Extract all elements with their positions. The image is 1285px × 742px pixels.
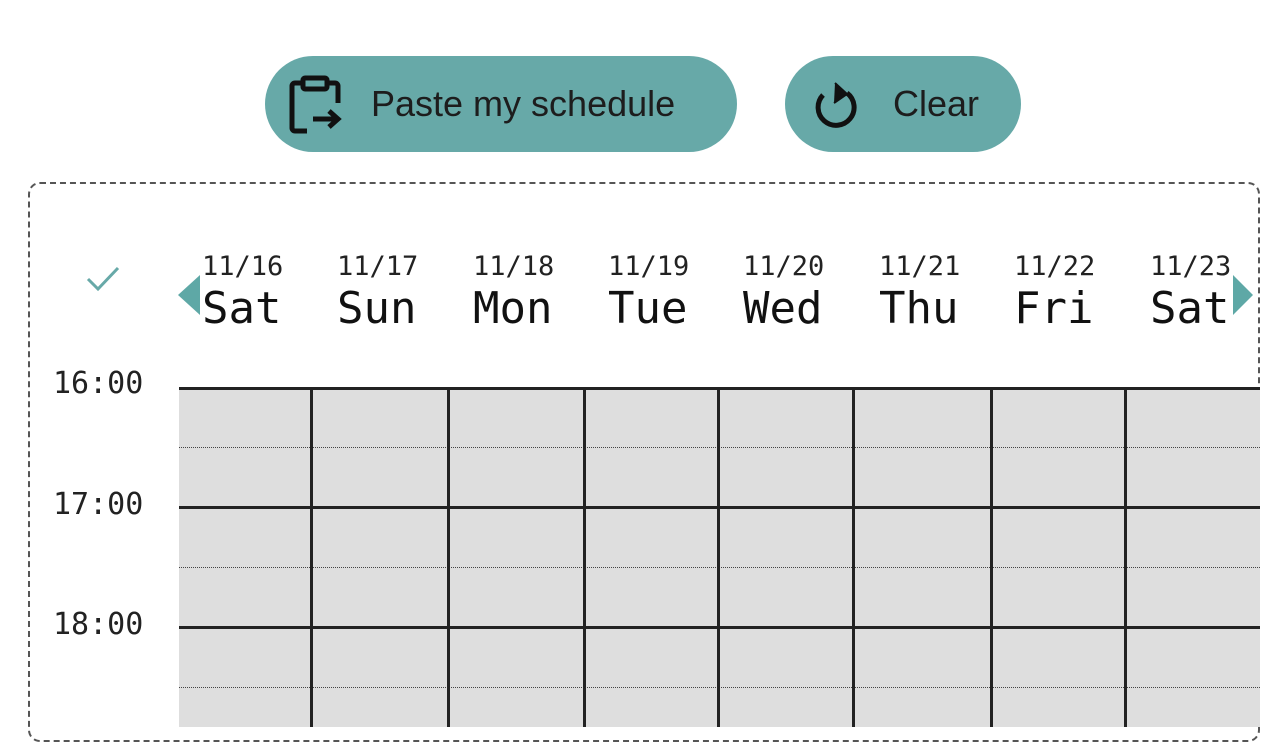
time-slot-cell[interactable] [1125,627,1260,687]
day-date: 11/23 [1150,251,1232,282]
day-date: 11/19 [608,251,690,282]
time-slot-cell[interactable] [1125,687,1260,727]
time-slot-cell[interactable] [448,447,584,507]
time-slot-cell[interactable] [179,387,311,447]
day-of-week: Thu [879,283,959,334]
time-slot-cell[interactable] [448,507,584,567]
day-gridline [583,387,586,727]
arrow-left-icon[interactable] [178,275,200,315]
time-slot-cell[interactable] [311,567,448,627]
time-slot-cell[interactable] [991,447,1125,507]
time-slot-cell[interactable] [311,507,448,567]
day-date: 11/20 [743,251,825,282]
day-gridline [310,387,313,727]
refresh-icon [807,75,863,133]
time-slot-cell[interactable] [853,507,991,567]
time-slot-cell[interactable] [991,507,1125,567]
clipboard-arrow-icon [287,73,345,135]
time-slot-cell[interactable] [584,567,718,627]
day-header[interactable]: 11/22 Fri [1014,250,1148,334]
time-slot-cell[interactable] [991,687,1125,727]
time-slot-cell[interactable] [718,567,853,627]
day-of-week: Sun [337,283,417,334]
day-header[interactable]: 11/23 Sat [1150,250,1250,334]
day-header[interactable]: 11/18 Mon [473,250,607,334]
day-of-week: Sat [202,283,282,334]
day-of-week: Tue [608,283,688,334]
time-slot-cell[interactable] [584,687,718,727]
time-slot-cell[interactable] [311,387,448,447]
time-slot-cell[interactable] [584,387,718,447]
day-date: 11/16 [202,251,284,282]
time-slot-cell[interactable] [179,627,311,687]
time-slot-cell[interactable] [179,447,311,507]
time-slot-cell[interactable] [718,447,853,507]
day-of-week: Sat [1150,283,1230,334]
time-slot-cell[interactable] [853,567,991,627]
day-header[interactable]: 11/16 Sat [202,250,336,334]
time-slot-cell[interactable] [584,447,718,507]
day-of-week: Wed [743,283,823,334]
time-slot-cell[interactable] [311,447,448,507]
time-slot-cell[interactable] [448,567,584,627]
time-slot-cell[interactable] [991,387,1125,447]
time-slot-cell[interactable] [991,627,1125,687]
day-gridline [990,387,993,727]
day-gridline [1124,387,1127,727]
time-label: 17:00 [53,487,144,522]
time-slot-cell[interactable] [1125,567,1260,627]
time-slot-cell[interactable] [311,627,448,687]
time-slot-cell[interactable] [179,687,311,727]
time-slot-cell[interactable] [1125,507,1260,567]
day-header[interactable]: 11/19 Tue [608,250,742,334]
day-gridline [717,387,720,727]
day-date: 11/18 [473,251,555,282]
time-slot-cell[interactable] [311,687,448,727]
time-slot-cell[interactable] [448,687,584,727]
day-gridline [447,387,450,727]
time-slot-cell[interactable] [584,627,718,687]
time-slot-cell[interactable] [718,387,853,447]
time-slot-cell[interactable] [1125,447,1260,507]
time-label: 16:00 [53,366,144,401]
day-date: 11/17 [337,251,419,282]
day-gridline [852,387,855,727]
time-slot-cell[interactable] [1125,387,1260,447]
check-icon[interactable] [84,262,122,301]
day-date: 11/22 [1014,251,1096,282]
time-slot-cell[interactable] [853,627,991,687]
time-slot-cell[interactable] [853,387,991,447]
day-header[interactable]: 11/20 Wed [743,250,877,334]
time-slot-cell[interactable] [448,627,584,687]
day-of-week: Fri [1014,283,1094,334]
time-slot-cell[interactable] [448,387,584,447]
day-date: 11/21 [879,251,961,282]
time-slot-cell[interactable] [991,567,1125,627]
time-slot-cell[interactable] [853,447,991,507]
paste-schedule-button[interactable]: Paste my schedule [265,56,737,152]
time-slot-cell[interactable] [718,687,853,727]
clear-button[interactable]: Clear [785,56,1021,152]
time-slot-cell[interactable] [853,687,991,727]
time-slot-cell[interactable] [179,507,311,567]
time-slot-cell[interactable] [179,567,311,627]
day-header[interactable]: 11/21 Thu [879,250,1013,334]
time-slot-cell[interactable] [718,507,853,567]
day-of-week: Mon [473,283,553,334]
time-slot-cell[interactable] [584,507,718,567]
paste-schedule-label: Paste my schedule [371,83,676,124]
time-slot-cell[interactable] [718,627,853,687]
day-header[interactable]: 11/17 Sun [337,250,471,334]
availability-grid[interactable] [179,387,1260,727]
time-label: 18:00 [53,607,144,642]
clear-label: Clear [893,83,980,124]
